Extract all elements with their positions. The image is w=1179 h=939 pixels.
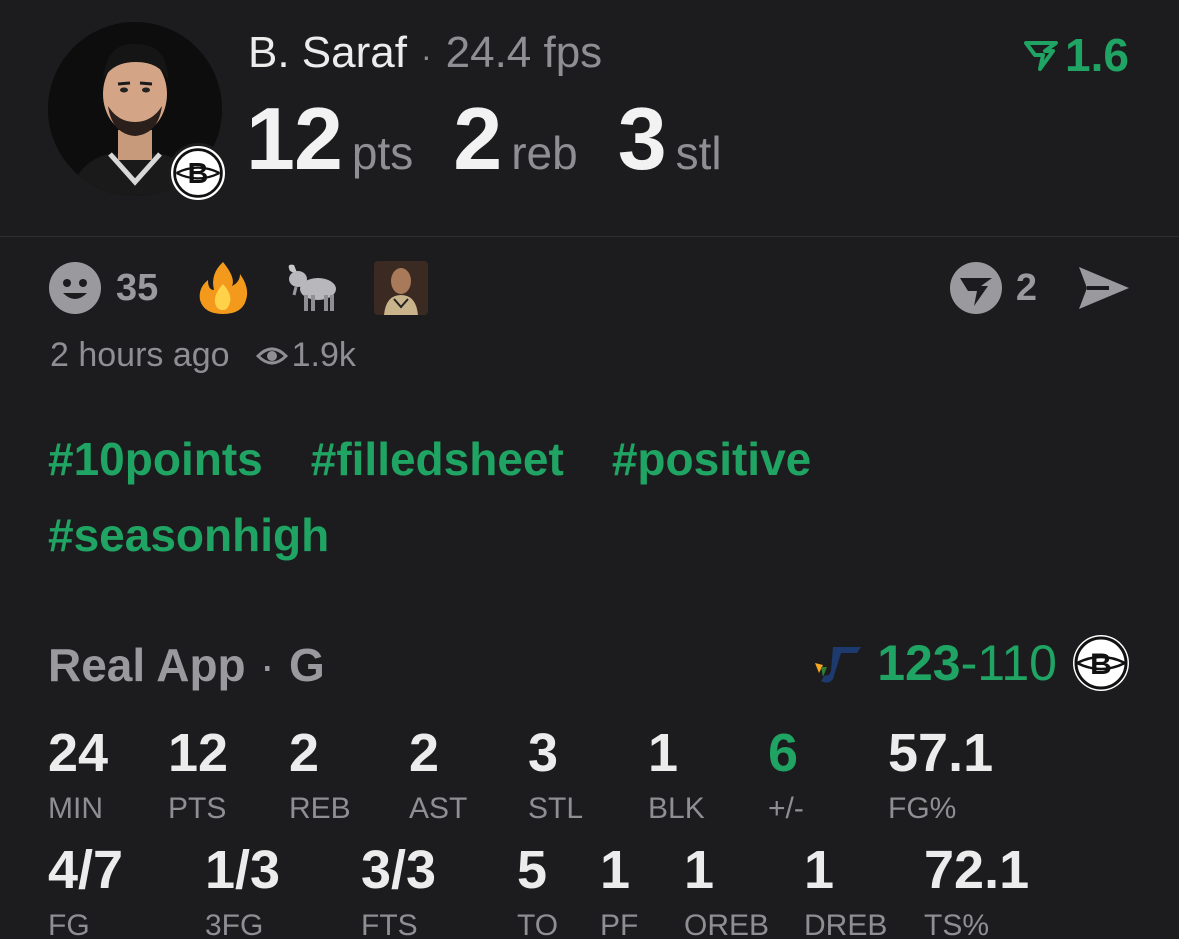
box-stat-value: 1: [600, 840, 631, 900]
game-score[interactable]: 123 - 110 B: [811, 634, 1129, 692]
box-stat-ast: 2 AST: [409, 726, 467, 826]
box-stat-value: 57.1: [888, 723, 994, 783]
box-stat-3fg: 1/3 3FG: [205, 843, 280, 939]
box-stat-label: MIN: [48, 792, 103, 825]
stat-points-unit: pts: [351, 127, 414, 179]
box-stat-value: 2: [409, 723, 440, 783]
rating-badge[interactable]: 1.6: [1023, 28, 1129, 82]
box-stat-dreb: 1 DREB: [804, 843, 887, 939]
share-send-icon[interactable]: [1075, 261, 1133, 315]
box-stat-value: 1: [684, 840, 715, 900]
game-source-line: Real App · G: [48, 638, 325, 692]
stat-steals-value: 3: [617, 89, 667, 188]
box-stat-label: TO: [517, 909, 559, 939]
comment-count[interactable]: 2: [1016, 267, 1037, 310]
rating-arrow-icon: [1024, 41, 1059, 71]
box-stat-label: AST: [409, 792, 468, 825]
box-stat-ts-pct: 72.1 TS%: [924, 843, 1029, 939]
away-score: 110: [977, 635, 1057, 691]
box-stat-label: TS%: [924, 909, 990, 939]
reactions-bar: 35: [48, 260, 429, 316]
box-stat-value: 5: [517, 840, 548, 900]
box-stat-fts: 3/3 FTS: [361, 843, 436, 939]
stat-points-value: 12: [246, 89, 343, 188]
box-stat-label: +/-: [768, 792, 804, 825]
box-stat-value: 4/7: [48, 840, 124, 900]
svg-text:B: B: [1090, 648, 1112, 681]
box-stat-value: 2: [289, 723, 320, 783]
reaction-gif[interactable]: [374, 261, 429, 315]
box-stat-pts: 12 PTS: [168, 726, 228, 826]
box-stat-label: PF: [600, 909, 639, 939]
box-stat-value: 24: [48, 723, 109, 783]
box-stat-value: 6: [768, 723, 799, 783]
box-stat-blk: 1 BLK: [648, 726, 705, 826]
hashtag[interactable]: #positive: [612, 436, 811, 482]
svg-text:B: B: [188, 158, 209, 190]
stat-steals-unit: stl: [675, 127, 722, 179]
fantasy-points: 24.4 fps: [445, 28, 603, 77]
player-title-line: B. Saraf · 24.4 fps: [248, 28, 602, 78]
box-stat-value: 72.1: [924, 840, 1030, 900]
box-stat-value: 1/3: [205, 840, 281, 900]
eye-icon: [255, 347, 288, 364]
reaction-count[interactable]: 35: [116, 267, 158, 310]
box-stat-to: 5 TO: [517, 843, 558, 939]
separator-dot: ·: [259, 639, 275, 691]
box-stat-label: PTS: [168, 792, 227, 825]
box-stat-value: 1: [804, 840, 835, 900]
rating-value: 1.6: [1065, 29, 1129, 81]
hashtag[interactable]: #filledsheet: [311, 436, 564, 482]
hashtag[interactable]: #10points: [48, 436, 263, 482]
box-stat-value: 1: [648, 723, 679, 783]
jazz-logo-icon: [815, 647, 862, 683]
box-stat-oreb: 1 OREB: [684, 843, 769, 939]
box-stat-label: FG: [48, 909, 90, 939]
nets-logo-icon: B: [1073, 635, 1129, 691]
box-stat-min: 24 MIN: [48, 726, 108, 826]
box-stat-label: OREB: [684, 909, 770, 939]
box-stat-reb: 2 REB: [289, 726, 351, 826]
smiley-reaction-icon[interactable]: [48, 261, 102, 315]
hashtag[interactable]: #seasonhigh: [48, 512, 329, 558]
box-stat-value: 12: [168, 723, 229, 783]
headline-stats: 12 pts 2 reb 3 stl: [246, 88, 722, 190]
post-time: 2 hours ago: [50, 336, 230, 374]
player-name[interactable]: B. Saraf: [248, 28, 407, 78]
box-stat-label: DREB: [804, 909, 888, 939]
home-score: 123: [877, 635, 961, 691]
box-stat-fg: 4/7 FG: [48, 843, 123, 939]
stat-rebounds-value: 2: [453, 89, 502, 188]
game-source: Real App: [48, 639, 246, 691]
box-stat-label: FG%: [888, 792, 957, 825]
fire-icon[interactable]: [196, 260, 250, 316]
header-divider: [0, 236, 1179, 237]
score-separator: -: [960, 635, 978, 691]
hashtag-list: #10points #filledsheet #positive #season…: [48, 436, 1048, 558]
box-stat-label: STL: [528, 792, 584, 825]
box-stat-value: 3: [528, 723, 559, 783]
stat-rebounds-unit: reb: [511, 127, 578, 179]
box-stat-label: BLK: [648, 792, 705, 825]
box-stat-label: 3FG: [205, 909, 264, 939]
box-stat-fg-pct: 57.1 FG%: [888, 726, 993, 826]
box-stat-label: REB: [289, 792, 351, 825]
box-stat-plus-minus: 6 +/-: [768, 726, 804, 826]
box-stat-pf: 1 PF: [600, 843, 638, 939]
view-count: 1.9k: [291, 336, 356, 374]
box-stat-stl: 3 STL: [528, 726, 583, 826]
box-stat-value: 3/3: [361, 840, 437, 900]
separator-dot: ·: [420, 38, 432, 74]
nets-logo-icon: B: [168, 143, 228, 203]
post-actions: 2: [948, 260, 1133, 316]
player-position: G: [288, 639, 325, 691]
box-stat-label: FTS: [361, 909, 418, 939]
goat-icon[interactable]: [284, 261, 340, 315]
post-meta: 2 hours ago 1.9k: [50, 336, 356, 375]
comments-icon[interactable]: [948, 260, 1004, 316]
